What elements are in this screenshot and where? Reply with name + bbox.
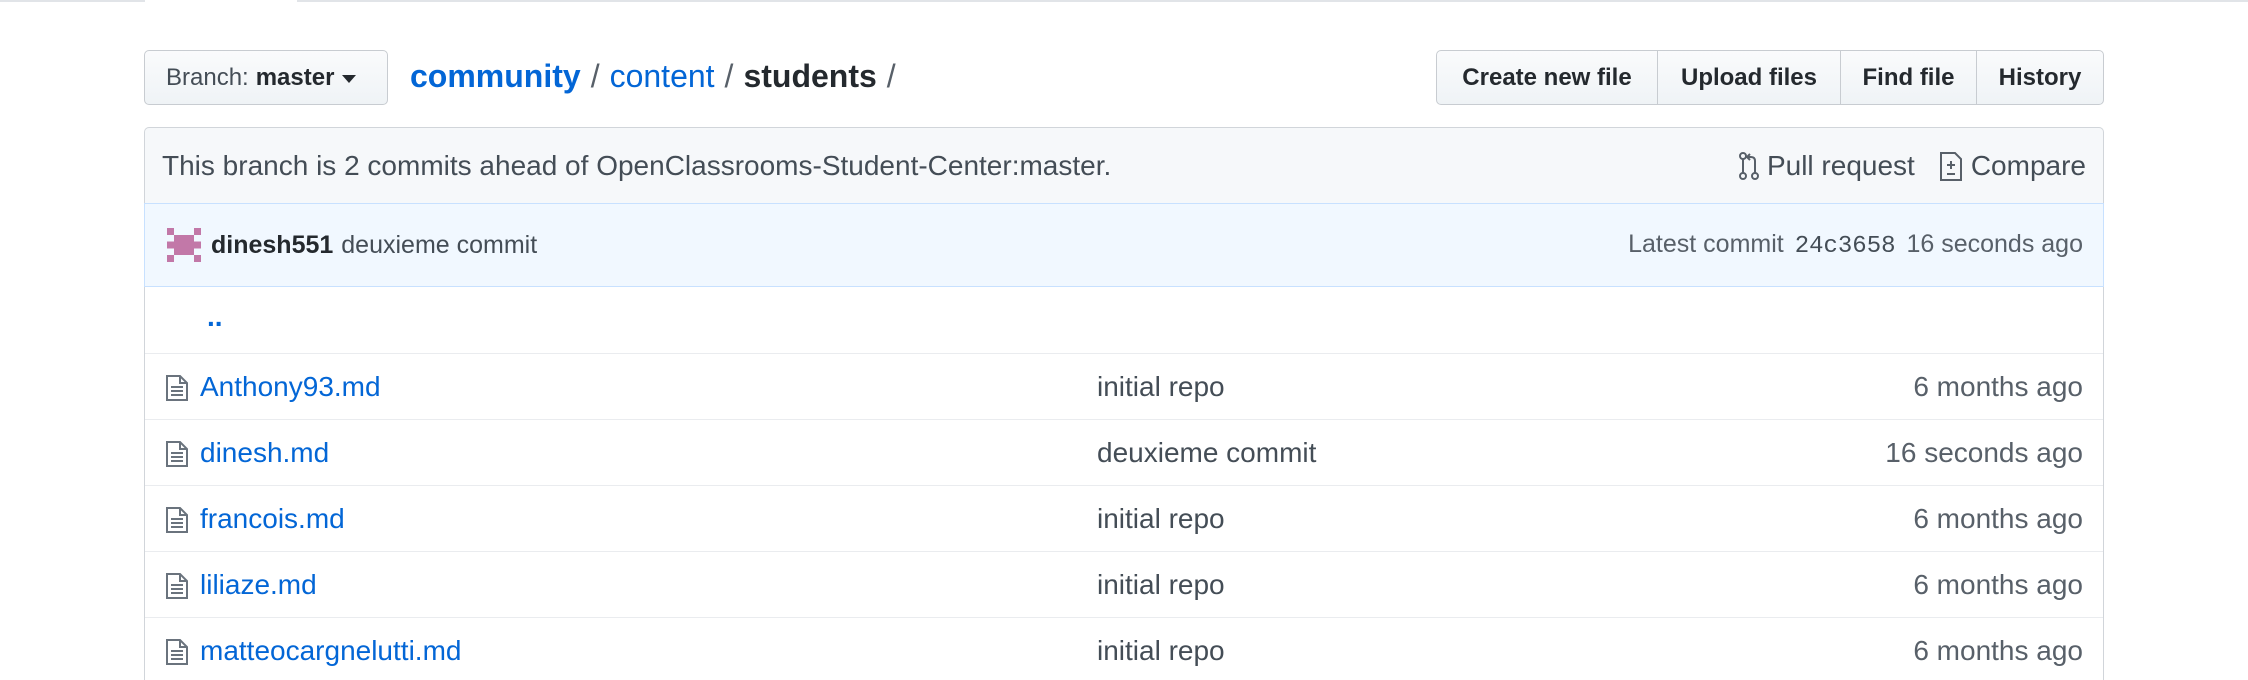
file-navigator: Branch: master community / content / student… xyxy=(144,50,2104,680)
file-name-link[interactable]: liliaze.md xyxy=(200,569,317,601)
top-nav-underline xyxy=(0,0,2248,2)
find-file-button[interactable]: Find file xyxy=(1840,50,1977,105)
caret-down-icon xyxy=(342,74,357,83)
file-commit-message-link[interactable]: initial repo xyxy=(1097,635,1225,667)
parent-directory-link[interactable]: .. xyxy=(207,301,223,333)
breadcrumb-content-link[interactable]: content xyxy=(610,58,715,94)
file-list: .. Anthony93.md initial repo 6 months ag… xyxy=(144,287,2104,680)
latest-commit-info: Latest commit 24c3658 16 seconds ago xyxy=(1628,230,2083,260)
pull-request-link[interactable]: Pull request xyxy=(1738,149,1915,182)
latest-commit-bar: dinesh551 deuxieme commit Latest commit … xyxy=(144,203,2104,287)
file-icon xyxy=(166,441,188,467)
file-actions-group: Create new file Upload files Find file H… xyxy=(1436,50,2104,105)
file-row: Anthony93.md initial repo 6 months ago xyxy=(145,353,2103,419)
file-commit-age: 6 months ago xyxy=(1913,370,2083,402)
file-row: liliaze.md initial repo 6 months ago xyxy=(145,551,2103,617)
file-name-link[interactable]: francois.md xyxy=(200,503,345,535)
create-new-file-button[interactable]: Create new file xyxy=(1436,50,1658,105)
compare-label: Compare xyxy=(1970,149,2086,181)
file-commit-message-link[interactable]: initial repo xyxy=(1097,371,1225,403)
file-name-link[interactable]: matteocargnelutti.md xyxy=(200,635,461,667)
file-commit-message-link[interactable]: deuxieme commit xyxy=(1097,437,1316,469)
commit-age: 16 seconds ago xyxy=(1906,230,2083,258)
file-commit-message-link[interactable]: initial repo xyxy=(1097,569,1225,601)
breadcrumb-separator: / xyxy=(724,58,734,94)
commit-author-link[interactable]: dinesh551 xyxy=(211,231,333,260)
branch-tracking-bar: This branch is 2 commits ahead of OpenCl… xyxy=(144,127,2104,203)
file-icon xyxy=(166,639,188,665)
file-row: francois.md initial repo 6 months ago xyxy=(145,485,2103,551)
breadcrumb-separator: / xyxy=(590,58,600,94)
file-commit-age: 6 months ago xyxy=(1913,634,2083,666)
file-commit-age: 6 months ago xyxy=(1913,502,2083,534)
breadcrumb: community / content / students / xyxy=(410,56,906,96)
active-tab-gap xyxy=(145,0,297,2)
branch-label: Branch: xyxy=(166,63,249,91)
latest-commit-label: Latest commit xyxy=(1628,230,1784,258)
file-commit-age: 16 seconds ago xyxy=(1885,436,2083,468)
diff-icon xyxy=(1939,151,1962,181)
breadcrumb-repo-link[interactable]: community xyxy=(410,58,581,94)
parent-directory-row: .. xyxy=(145,287,2103,353)
file-icon xyxy=(166,375,188,401)
branch-ahead-message: This branch is 2 commits ahead of OpenCl… xyxy=(162,149,1112,181)
file-commit-message-link[interactable]: initial repo xyxy=(1097,503,1225,535)
pull-request-label: Pull request xyxy=(1766,149,1915,181)
branch-name: master xyxy=(255,63,335,91)
file-commit-age: 6 months ago xyxy=(1913,568,2083,600)
file-name-link[interactable]: dinesh.md xyxy=(200,437,329,469)
file-icon xyxy=(166,507,188,533)
breadcrumb-current-folder: students xyxy=(743,58,877,94)
file-navigation-row: Branch: master community / content / student… xyxy=(144,50,2104,106)
file-name-link[interactable]: Anthony93.md xyxy=(200,371,381,403)
file-row: matteocargnelutti.md initial repo 6 mont… xyxy=(145,617,2103,680)
git-pull-request-icon xyxy=(1738,151,1759,180)
branch-select-button[interactable]: Branch: master xyxy=(144,50,388,105)
compare-link[interactable]: Compare xyxy=(1939,150,2086,182)
commit-message-link[interactable]: deuxieme commit xyxy=(341,231,1628,260)
file-row: dinesh.md deuxieme commit 16 seconds ago xyxy=(145,419,2103,485)
avatar[interactable] xyxy=(167,228,201,262)
history-button[interactable]: History xyxy=(1976,50,2104,105)
file-icon xyxy=(166,573,188,599)
commit-sha-link[interactable]: 24c3658 xyxy=(1795,233,1896,260)
breadcrumb-separator: / xyxy=(886,58,896,94)
upload-files-button[interactable]: Upload files xyxy=(1657,50,1841,105)
